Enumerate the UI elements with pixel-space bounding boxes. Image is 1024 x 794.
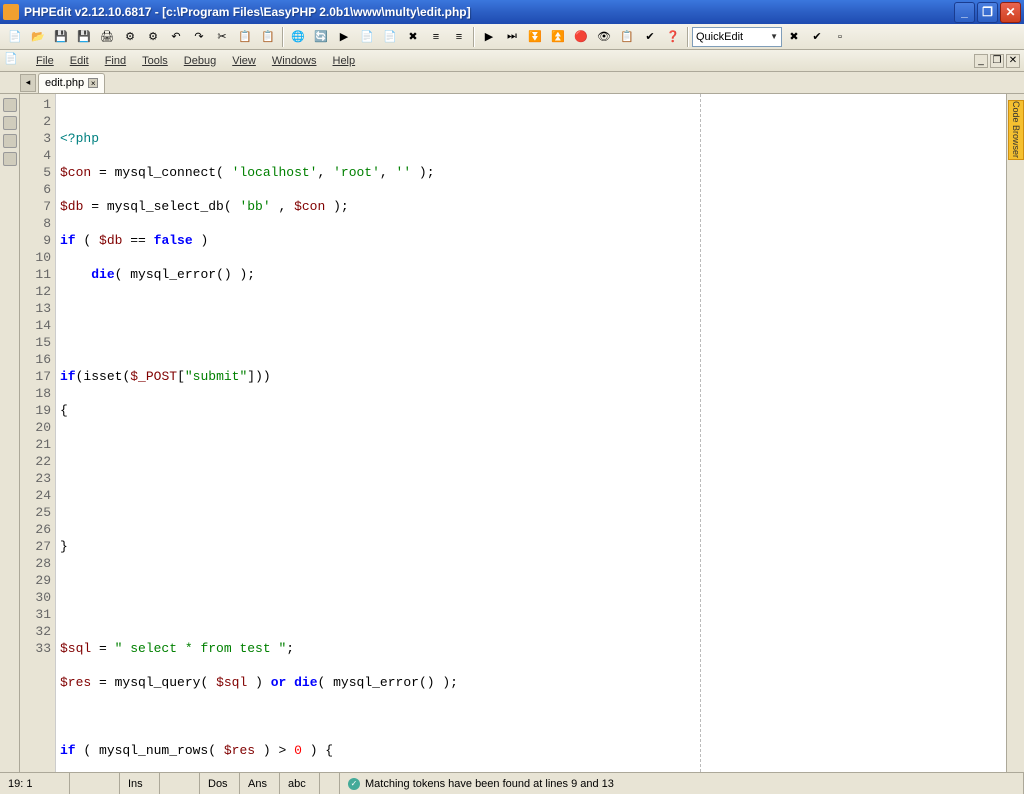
title-bar: PHPEdit v2.12.10.6817 - [c:\Program File… — [0, 0, 1024, 24]
help-icon[interactable]: ❓ — [662, 26, 684, 48]
status-spacer — [320, 773, 340, 794]
tab-close-icon[interactable]: × — [88, 78, 98, 88]
status-message: ✓ Matching tokens have been found at lin… — [340, 773, 1024, 794]
nav-icon[interactable]: ▶ — [333, 26, 355, 48]
close-button[interactable]: ✕ — [1000, 2, 1021, 23]
status-dos: Dos — [200, 773, 240, 794]
new-file-icon[interactable]: 📄 — [4, 26, 26, 48]
gutter-tool-icon[interactable] — [3, 98, 17, 112]
prev-tab-button[interactable]: ◂ — [20, 74, 36, 92]
code-browser-tab[interactable]: Code Browser — [1008, 100, 1024, 160]
separator — [282, 27, 284, 47]
right-panel: Code Browser — [1006, 94, 1024, 772]
print-icon[interactable]: 🖨 — [96, 26, 118, 48]
cancel-icon[interactable]: ✖ — [402, 26, 424, 48]
browser-icon[interactable]: 🌐 — [287, 26, 309, 48]
debug-out-icon[interactable]: ⏫ — [547, 26, 569, 48]
clear-icon[interactable]: ✖ — [783, 26, 805, 48]
status-ins: Ins — [120, 773, 160, 794]
menu-find[interactable]: Find — [97, 52, 134, 70]
separator — [473, 27, 475, 47]
undo-icon[interactable]: ↶ — [165, 26, 187, 48]
menu-file[interactable]: File — [28, 52, 62, 70]
save-all-icon[interactable]: 💾 — [73, 26, 95, 48]
quickedit-combo[interactable]: QuickEdit ▼ — [692, 27, 782, 47]
status-ans: Ans — [240, 773, 280, 794]
menu-bar: 📄 File Edit Find Tools Debug View Window… — [0, 50, 1024, 72]
watch-icon[interactable]: 👁 — [593, 26, 615, 48]
quickedit-label: QuickEdit — [696, 31, 743, 43]
cut-icon[interactable]: ✂ — [211, 26, 233, 48]
menu-view[interactable]: View — [224, 52, 264, 70]
extra-icon[interactable]: ▫ — [829, 26, 851, 48]
redo-icon[interactable]: ↷ — [188, 26, 210, 48]
copy-icon[interactable]: 📋 — [234, 26, 256, 48]
debug-into-icon[interactable]: ⏬ — [524, 26, 546, 48]
breakpoint-icon[interactable]: 🔴 — [570, 26, 592, 48]
editor-area: 1234567891011121314151617181920212223242… — [0, 94, 1024, 772]
status-spacer — [70, 773, 120, 794]
gutter-tool-icon[interactable] — [3, 152, 17, 166]
status-spacer — [160, 773, 200, 794]
menu-help[interactable]: Help — [325, 52, 364, 70]
maximize-button[interactable]: ❐ — [977, 2, 998, 23]
check-icon[interactable]: ✔ — [639, 26, 661, 48]
child-minimize-button[interactable]: _ — [974, 54, 988, 68]
tab-bar: ◂ edit.php × — [0, 72, 1024, 94]
save-icon[interactable]: 💾 — [50, 26, 72, 48]
chevron-down-icon: ▼ — [770, 32, 778, 41]
status-bar: 19: 1 Ins Dos Ans abc ✓ Matching tokens … — [0, 772, 1024, 794]
child-close-button[interactable]: ✕ — [1006, 54, 1020, 68]
line-number-gutter: 1234567891011121314151617181920212223242… — [20, 94, 56, 772]
window-title: PHPEdit v2.12.10.6817 - [c:\Program File… — [24, 5, 952, 19]
code-editor[interactable]: <?php $con = mysql_connect( 'localhost',… — [56, 94, 1006, 772]
margin-guide — [700, 94, 701, 772]
status-position: 19: 1 — [0, 773, 70, 794]
gutter-tool-icon[interactable] — [3, 134, 17, 148]
child-restore-button[interactable]: ❐ — [990, 54, 1004, 68]
outdent-icon[interactable]: ≡ — [448, 26, 470, 48]
tab-label: edit.php — [45, 77, 84, 89]
gutter-tool-icon[interactable] — [3, 116, 17, 130]
tool2-icon[interactable]: ⚙ — [142, 26, 164, 48]
debug-run-icon[interactable]: ▶ — [478, 26, 500, 48]
minimize-button[interactable]: _ — [954, 2, 975, 23]
refresh-icon[interactable]: 🔄 — [310, 26, 332, 48]
app-icon — [3, 4, 19, 20]
menu-windows[interactable]: Windows — [264, 52, 325, 70]
doc2-icon[interactable]: 📄 — [379, 26, 401, 48]
doc-icon[interactable]: 📄 — [4, 52, 22, 70]
indent-icon[interactable]: ≡ — [425, 26, 447, 48]
open-file-icon[interactable]: 📂 — [27, 26, 49, 48]
separator — [687, 27, 689, 47]
tab-edit-php[interactable]: edit.php × — [38, 73, 105, 93]
left-tool-gutter — [0, 94, 20, 772]
debug-step-icon[interactable]: ⏭ — [501, 26, 523, 48]
status-abc: abc — [280, 773, 320, 794]
apply-icon[interactable]: ✔ — [806, 26, 828, 48]
main-toolbar: 📄 📂 💾 💾 🖨 ⚙ ⚙ ↶ ↷ ✂ 📋 📋 🌐 🔄 ▶ 📄 📄 ✖ ≡ ≡ … — [0, 24, 1024, 50]
ok-icon: ✓ — [348, 778, 360, 790]
tool-icon[interactable]: ⚙ — [119, 26, 141, 48]
menu-debug[interactable]: Debug — [176, 52, 224, 70]
doc-icon[interactable]: 📄 — [356, 26, 378, 48]
menu-edit[interactable]: Edit — [62, 52, 97, 70]
paste-icon[interactable]: 📋 — [257, 26, 279, 48]
menu-tools[interactable]: Tools — [134, 52, 176, 70]
list-icon[interactable]: 📋 — [616, 26, 638, 48]
